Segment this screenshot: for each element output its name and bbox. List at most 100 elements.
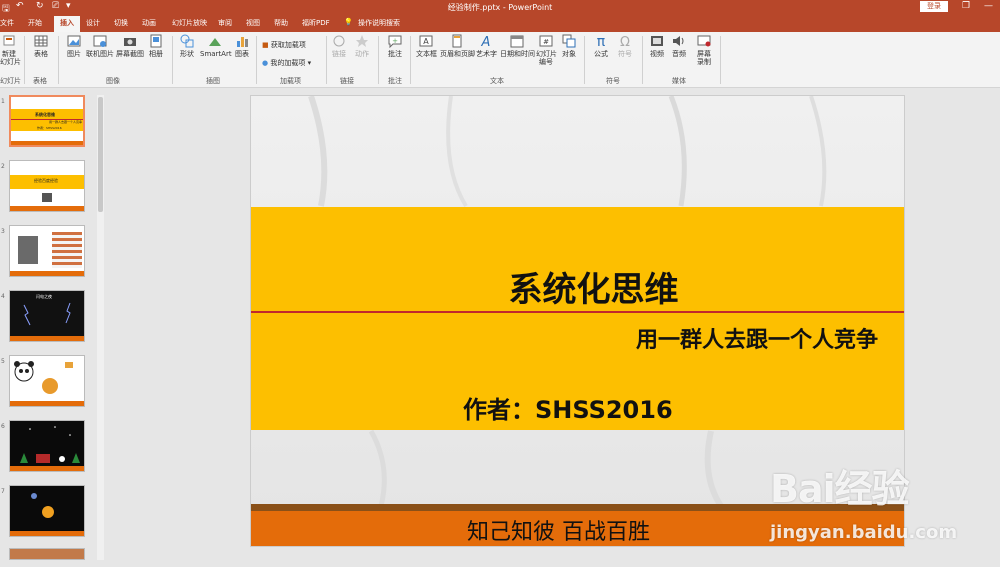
tab-design[interactable]: 设计 <box>86 18 100 28</box>
comment-button[interactable]: + 批注 <box>386 34 404 58</box>
tab-help[interactable]: 帮助 <box>274 18 288 28</box>
textbox-button[interactable]: A 文本框 <box>416 34 437 58</box>
slide-thumbnail-8[interactable] <box>9 548 85 560</box>
slide-title[interactable]: 系统化思维 <box>251 262 904 311</box>
slide-thumbnail-6[interactable] <box>9 420 85 472</box>
header-footer-label: 页眉和页脚 <box>440 50 475 58</box>
picture-icon <box>67 35 81 47</box>
slide-thumbnail-4[interactable]: 闪电之夜 <box>9 290 85 342</box>
group-separator <box>58 36 59 84</box>
smartart-icon <box>209 38 221 46</box>
store-icon: ■ <box>262 41 269 49</box>
video-label: 视频 <box>650 50 664 58</box>
status-bar <box>0 560 1000 567</box>
tab-file[interactable]: 文件 <box>0 18 14 28</box>
chevron-down-icon: ▾ <box>307 59 312 67</box>
tab-view[interactable]: 视图 <box>246 18 260 28</box>
document-title: 经验制作.pptx - PowerPoint <box>447 3 553 12</box>
slide-subtitle[interactable]: 用一群人去跟一个人竞争 <box>636 322 878 354</box>
slide-number-button[interactable]: # 幻灯片 编号 <box>536 34 557 66</box>
my-addins-label: 我的加载项 <box>270 59 306 67</box>
datetime-button[interactable]: 日期和时间 <box>500 34 535 58</box>
header-footer-button[interactable]: 页眉和页脚 <box>440 34 475 58</box>
speaker-icon <box>673 36 684 46</box>
login-button[interactable]: 登录 <box>920 1 948 12</box>
audio-button[interactable]: 音频 <box>670 34 688 58</box>
group-label-slides: 幻灯片 <box>0 77 21 85</box>
slide-thumbnail-5[interactable] <box>9 355 85 407</box>
album-button[interactable]: 相册 <box>146 34 166 58</box>
tab-insert[interactable]: 插入 <box>54 16 80 32</box>
new-slide-button[interactable]: 新建 幻灯片 <box>0 34 21 66</box>
thumbnail-number: 5 <box>1 358 5 365</box>
thumb-footer-band <box>10 466 84 471</box>
wordart-button[interactable]: A 艺术字 <box>476 34 497 58</box>
equation-button[interactable]: π 公式 <box>592 34 610 58</box>
slide-thumbnail-3[interactable] <box>9 225 85 277</box>
action-button[interactable]: 动作 <box>354 34 370 58</box>
new-slide-icon <box>3 35 15 46</box>
link-button[interactable]: 链接 <box>332 34 346 58</box>
thumb-footer-band <box>10 336 84 341</box>
textbox-label: 文本框 <box>416 50 437 58</box>
smartart-label: SmartArt <box>200 50 232 58</box>
online-picture-button[interactable]: 联机图片 <box>86 34 114 58</box>
table-button[interactable]: 表格 <box>30 34 52 58</box>
slide-author[interactable]: 作者：SHSS2016 <box>463 390 673 425</box>
thumb-person-photo <box>18 236 38 264</box>
tab-foxit-pdf[interactable]: 福昕PDF <box>302 18 330 28</box>
thumb-footer-band <box>11 141 83 145</box>
svg-text:A: A <box>481 35 491 48</box>
thumb-panda-image <box>14 361 73 394</box>
tell-me-search[interactable]: 操作说明搜索 <box>358 18 400 28</box>
group-label-links: 链接 <box>340 77 354 85</box>
table-icon <box>34 35 48 47</box>
thumb-footer-band <box>10 206 84 211</box>
ribbon-tab-bar: 文件 开始 插入 设计 切换 动画 幻灯片放映 审阅 视图 帮助 福昕PDF 💡… <box>0 14 1000 32</box>
shapes-button[interactable]: 形状 <box>178 34 196 58</box>
tab-transitions[interactable]: 切换 <box>114 18 128 28</box>
my-addins-button[interactable]: ● 我的加载项 ▾ <box>262 58 311 68</box>
lightbulb-icon: 💡 <box>344 18 353 26</box>
shapes-icon <box>180 34 194 48</box>
chart-label: 图表 <box>235 50 249 58</box>
thumbnail-number: 4 <box>1 293 5 300</box>
slide-thumbnail-1[interactable]: 系统化思维 用一群人去跟一个人竞争 作者：SHSS2016 <box>9 95 85 147</box>
slide-number-label: 幻灯片 编号 <box>536 50 557 66</box>
slide-thumbnail-2[interactable]: 经验百度经验 <box>9 160 85 212</box>
svg-text:π: π <box>597 34 606 48</box>
tab-animations[interactable]: 动画 <box>142 18 156 28</box>
tab-slideshow[interactable]: 幻灯片放映 <box>172 18 207 28</box>
thumb-footer-band <box>10 531 84 536</box>
addins-icon: ● <box>262 59 269 67</box>
symbol-label: 符号 <box>618 50 632 58</box>
svg-text:+: + <box>392 37 398 45</box>
shapes-label: 形状 <box>180 50 194 58</box>
video-button[interactable]: 视频 <box>648 34 666 58</box>
smartart-button[interactable]: SmartArt <box>200 34 232 58</box>
thumb-footer-band <box>10 401 84 406</box>
thumb-footer-band <box>10 271 84 276</box>
baidu-watermark-text: Bai经验 <box>770 467 910 511</box>
group-label-tables: 表格 <box>33 77 47 85</box>
group-separator <box>172 36 173 84</box>
picture-button[interactable]: 图片 <box>64 34 84 58</box>
calendar-icon <box>510 35 524 48</box>
symbol-button[interactable]: Ω 符号 <box>616 34 634 58</box>
minimize-icon[interactable]: — <box>984 1 993 11</box>
screenshot-button[interactable]: 屏幕截图 <box>116 34 144 58</box>
tab-home[interactable]: 开始 <box>28 18 42 28</box>
get-addins-label: 获取加载项 <box>270 41 306 49</box>
chart-button[interactable]: 图表 <box>234 34 250 58</box>
screen-record-icon <box>697 35 711 47</box>
slide-thumbnail-7[interactable] <box>9 485 85 537</box>
object-button[interactable]: 对象 <box>560 34 578 58</box>
screen-record-button[interactable]: 屏幕 录制 <box>694 34 714 66</box>
thumb-christmas-image <box>20 426 80 463</box>
ribbon-display-icon[interactable]: ❐ <box>962 1 970 11</box>
thumbnail-scrollbar-handle[interactable] <box>98 97 103 212</box>
equation-label: 公式 <box>594 50 608 58</box>
thumb-subtitle: 用一群人去跟一个人竞争 <box>49 120 83 124</box>
tab-review[interactable]: 审阅 <box>218 18 232 28</box>
get-addins-button[interactable]: ■ 获取加载项 <box>262 40 306 50</box>
